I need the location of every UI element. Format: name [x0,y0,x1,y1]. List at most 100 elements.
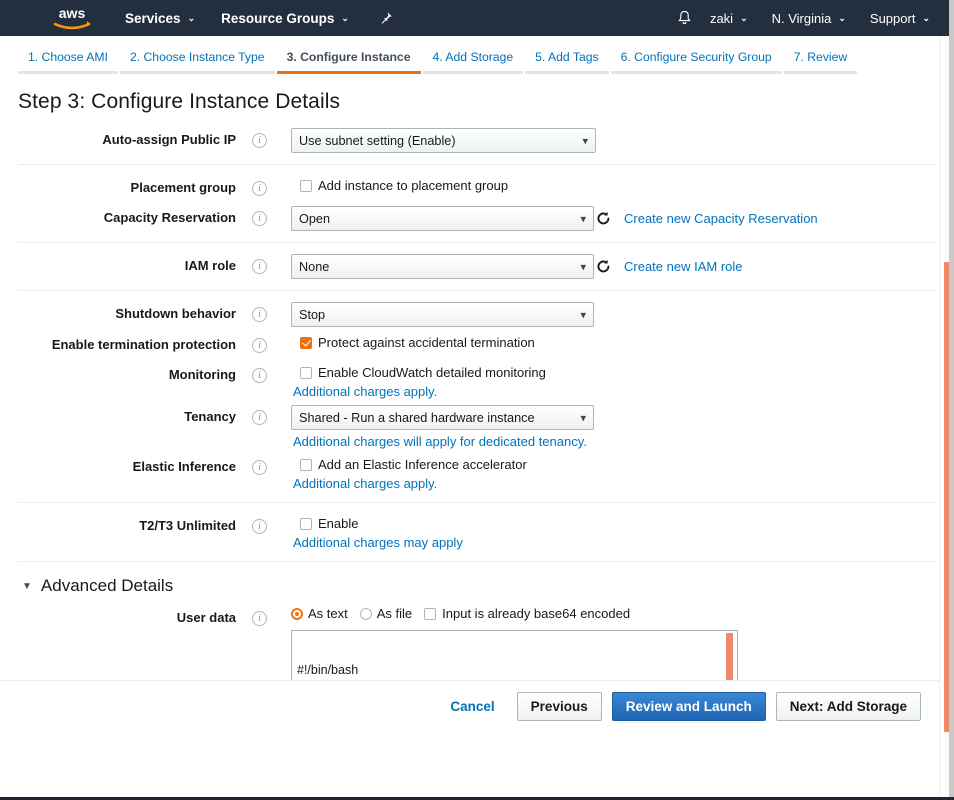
row-auto-assign-public-ip: Auto-assign Public IP i Use subnet setti… [18,128,936,153]
shutdown-behavior-select[interactable]: Stop [291,302,594,327]
wizard-tab-choose-ami[interactable]: 1. Choose AMI [18,51,118,74]
info-icon[interactable]: i [252,519,267,534]
placement-group-checkbox[interactable] [300,180,312,192]
row-t2-t3-unlimited: T2/T3 Unlimited i Enable Additional char… [18,514,936,550]
row-shutdown-behavior: Shutdown behavior i Stop ▾ [18,302,936,327]
aws-logo[interactable]: aws [50,5,94,32]
monitoring-charges-link[interactable]: Additional charges apply. [293,384,936,399]
termination-protection-checkbox-label[interactable]: Protect against accidental termination [318,335,535,350]
nav-account-label: zaki [710,11,733,26]
wizard-tab-configure-security-group[interactable]: 6. Configure Security Group [611,51,782,74]
user-data-as-text-radio[interactable] [291,608,303,620]
previous-button[interactable]: Previous [517,692,602,721]
info-icon[interactable]: i [252,307,267,322]
info-icon[interactable]: i [252,259,267,274]
nav-region[interactable]: N. Virginia ⌄ [760,0,858,36]
user-data-base64-label[interactable]: Input is already base64 encoded [442,606,630,621]
chevron-down-icon: ⌄ [838,13,846,24]
control-auto-assign-public-ip: Use subnet setting (Enable) ▾ [291,128,936,153]
control-tenancy: Shared - Run a shared hardware instance … [291,405,936,449]
monitoring-checkbox-label[interactable]: Enable CloudWatch detailed monitoring [318,365,546,380]
caret-down-icon: ▼ [22,581,32,592]
user-data-base64-checkbox[interactable] [424,608,436,620]
t2-t3-unlimited-checkbox-line: Enable [291,514,936,531]
elastic-inference-checkbox-line: Add an Elastic Inference accelerator [291,455,936,472]
tenancy-charges-link[interactable]: Additional charges will apply for dedica… [293,434,936,449]
info-icon[interactable]: i [252,460,267,475]
advanced-details-toggle[interactable]: ▼ Advanced Details [18,561,936,606]
info-icon[interactable]: i [252,211,267,226]
row-capacity-reservation: Capacity Reservation i Open ▾ [18,206,936,231]
chevron-down-icon: ⌄ [922,13,930,24]
termination-protection-checkbox[interactable] [300,337,312,349]
info-icon[interactable]: i [252,181,267,196]
create-new-iam-role-link[interactable]: Create new IAM role [624,259,743,274]
user-data-input-mode-group: As text As file Input is already base64 … [291,606,936,621]
wizard-tab-add-tags[interactable]: 5. Add Tags [525,51,608,74]
fieldset-placement-capacity: Placement group i Add instance to placem… [18,164,936,242]
bell-icon[interactable] [672,5,698,31]
control-capacity-reservation: Open ▾ Create new Capacity Reservation [291,206,936,231]
wizard-tab-choose-instance-type[interactable]: 2. Choose Instance Type [120,51,275,74]
page-content: Step 3: Configure Instance Details Auto-… [0,90,954,732]
label-tenancy: Tenancy [18,405,236,426]
wizard-footer-actions: Cancel Previous Review and Launch Next: … [0,680,939,732]
row-termination-protection: Enable termination protection i Protect … [18,333,936,357]
label-t2-t3-unlimited: T2/T3 Unlimited [18,514,236,535]
info-icon[interactable]: i [252,133,267,148]
label-elastic-inference: Elastic Inference [18,455,236,476]
info-icon[interactable]: i [252,368,267,383]
user-data-as-file-label[interactable]: As file [377,606,412,621]
label-capacity-reservation: Capacity Reservation [18,206,236,227]
user-data-as-text-label[interactable]: As text [308,606,348,621]
label-auto-assign-public-ip: Auto-assign Public IP [18,128,236,149]
row-elastic-inference: Elastic Inference i Add an Elastic Infer… [18,455,936,491]
info-icon[interactable]: i [252,410,267,425]
elastic-inference-checkbox-label[interactable]: Add an Elastic Inference accelerator [318,457,527,472]
row-placement-group: Placement group i Add instance to placem… [18,176,936,200]
label-monitoring: Monitoring [18,363,236,384]
t2-t3-unlimited-checkbox-label[interactable]: Enable [318,516,358,531]
t2-t3-unlimited-charges-link[interactable]: Additional charges may apply [293,535,936,550]
elastic-inference-charges-link[interactable]: Additional charges apply. [293,476,936,491]
page-title: Step 3: Configure Instance Details [18,90,954,114]
refresh-icon[interactable] [594,210,612,228]
nav-account-zaki[interactable]: zaki ⌄ [698,0,760,36]
next-add-storage-button[interactable]: Next: Add Storage [776,692,921,721]
svg-text:aws: aws [59,5,86,21]
row-monitoring: Monitoring i Enable CloudWatch detailed … [18,363,936,399]
label-iam-role: IAM role [18,254,236,275]
iam-role-select[interactable]: None [291,254,594,279]
row-iam-role: IAM role i None ▾ Cre [18,254,936,279]
auto-assign-public-ip-select[interactable]: Use subnet setting (Enable) [291,128,596,153]
nav-resource-groups-label: Resource Groups [221,11,334,26]
nav-support[interactable]: Support ⌄ [858,0,942,36]
row-tenancy: Tenancy i Shared - Run a shared hardware… [18,405,936,449]
cancel-button[interactable]: Cancel [438,699,506,714]
create-new-capacity-reservation-link[interactable]: Create new Capacity Reservation [624,211,818,226]
control-shutdown-behavior: Stop ▾ [291,302,936,327]
placement-group-checkbox-label[interactable]: Add instance to placement group [318,178,508,193]
user-data-as-file-radio[interactable] [360,608,372,620]
wizard-tab-configure-instance[interactable]: 3. Configure Instance [277,51,421,74]
t2-t3-unlimited-checkbox[interactable] [300,518,312,530]
control-t2-t3-unlimited: Enable Additional charges may apply [291,514,936,550]
refresh-icon[interactable] [594,258,612,276]
monitoring-checkbox-line: Enable CloudWatch detailed monitoring [291,363,936,380]
fieldset-t2-t3-unlimited: T2/T3 Unlimited i Enable Additional char… [18,502,936,561]
user-data-line: #!/bin/bash [297,663,722,677]
nav-resource-groups[interactable]: Resource Groups ⌄ [208,0,362,36]
capacity-reservation-select[interactable]: Open [291,206,594,231]
elastic-inference-checkbox[interactable] [300,459,312,471]
info-icon[interactable]: i [252,611,267,626]
wizard-tab-review[interactable]: 7. Review [784,51,858,74]
monitoring-checkbox[interactable] [300,367,312,379]
review-and-launch-button[interactable]: Review and Launch [612,692,766,721]
configure-instance-form: Auto-assign Public IP i Use subnet setti… [0,128,954,732]
nav-services[interactable]: Services ⌄ [112,0,208,36]
tenancy-select[interactable]: Shared - Run a shared hardware instance [291,405,594,430]
wizard-tab-add-storage[interactable]: 4. Add Storage [423,51,524,74]
chevron-down-icon: ⌄ [188,13,196,24]
info-icon[interactable]: i [252,338,267,353]
pin-icon[interactable] [376,8,396,28]
